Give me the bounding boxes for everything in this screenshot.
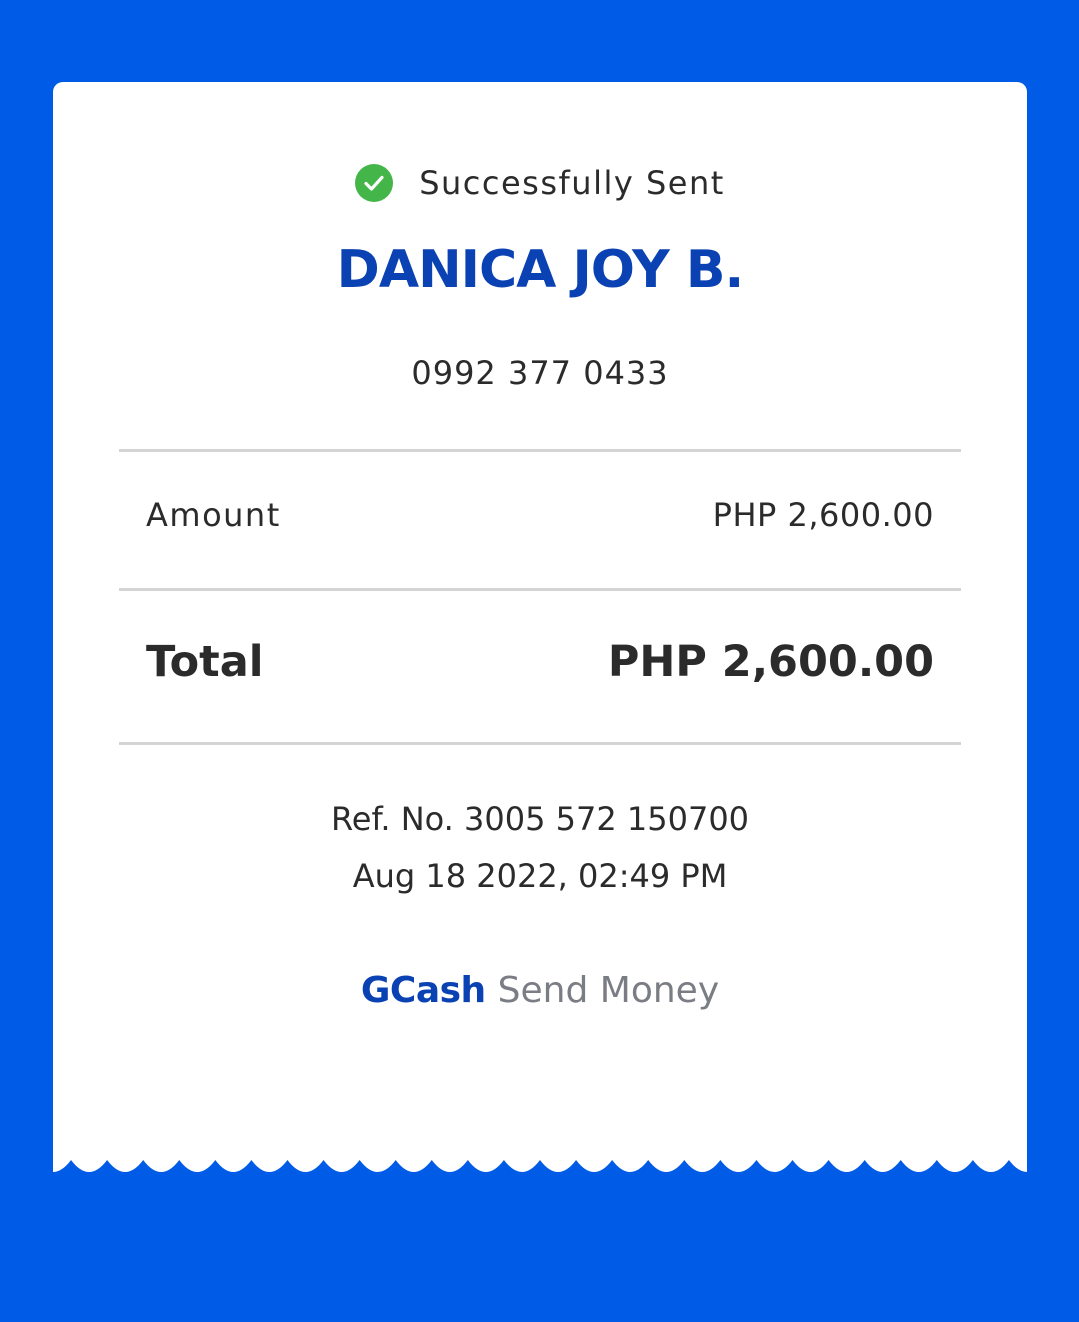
recipient-name: DANICA JOY B. xyxy=(336,240,745,300)
amount-label: Amount xyxy=(146,495,281,534)
divider xyxy=(119,588,961,591)
brand-name: GCash xyxy=(360,970,486,1011)
total-row: Total PHP 2,600.00 xyxy=(146,632,934,692)
amount-value: PHP 2,600.00 xyxy=(712,495,934,534)
reference-number: Ref. No. 3005 572 150700 xyxy=(330,800,750,838)
total-label: Total xyxy=(146,637,264,687)
service-name: Send Money xyxy=(497,970,720,1011)
footer-brand-line: GCash Send Money xyxy=(53,970,1027,1011)
divider xyxy=(119,449,961,452)
receipt-torn-edge xyxy=(53,1160,1027,1198)
status-line: Successfully Sent xyxy=(53,164,1027,202)
status-text: Successfully Sent xyxy=(419,164,725,202)
recipient-number: 0992 377 0433 xyxy=(411,354,669,392)
check-circle-icon xyxy=(355,164,394,202)
amount-row: Amount PHP 2,600.00 xyxy=(146,492,934,537)
receipt-card: Successfully Sent DANICA JOY B. 0992 377… xyxy=(53,82,1027,1198)
total-value: PHP 2,600.00 xyxy=(607,637,934,687)
divider xyxy=(119,742,961,745)
transaction-datetime: Aug 18 2022, 02:49 PM xyxy=(352,857,728,895)
